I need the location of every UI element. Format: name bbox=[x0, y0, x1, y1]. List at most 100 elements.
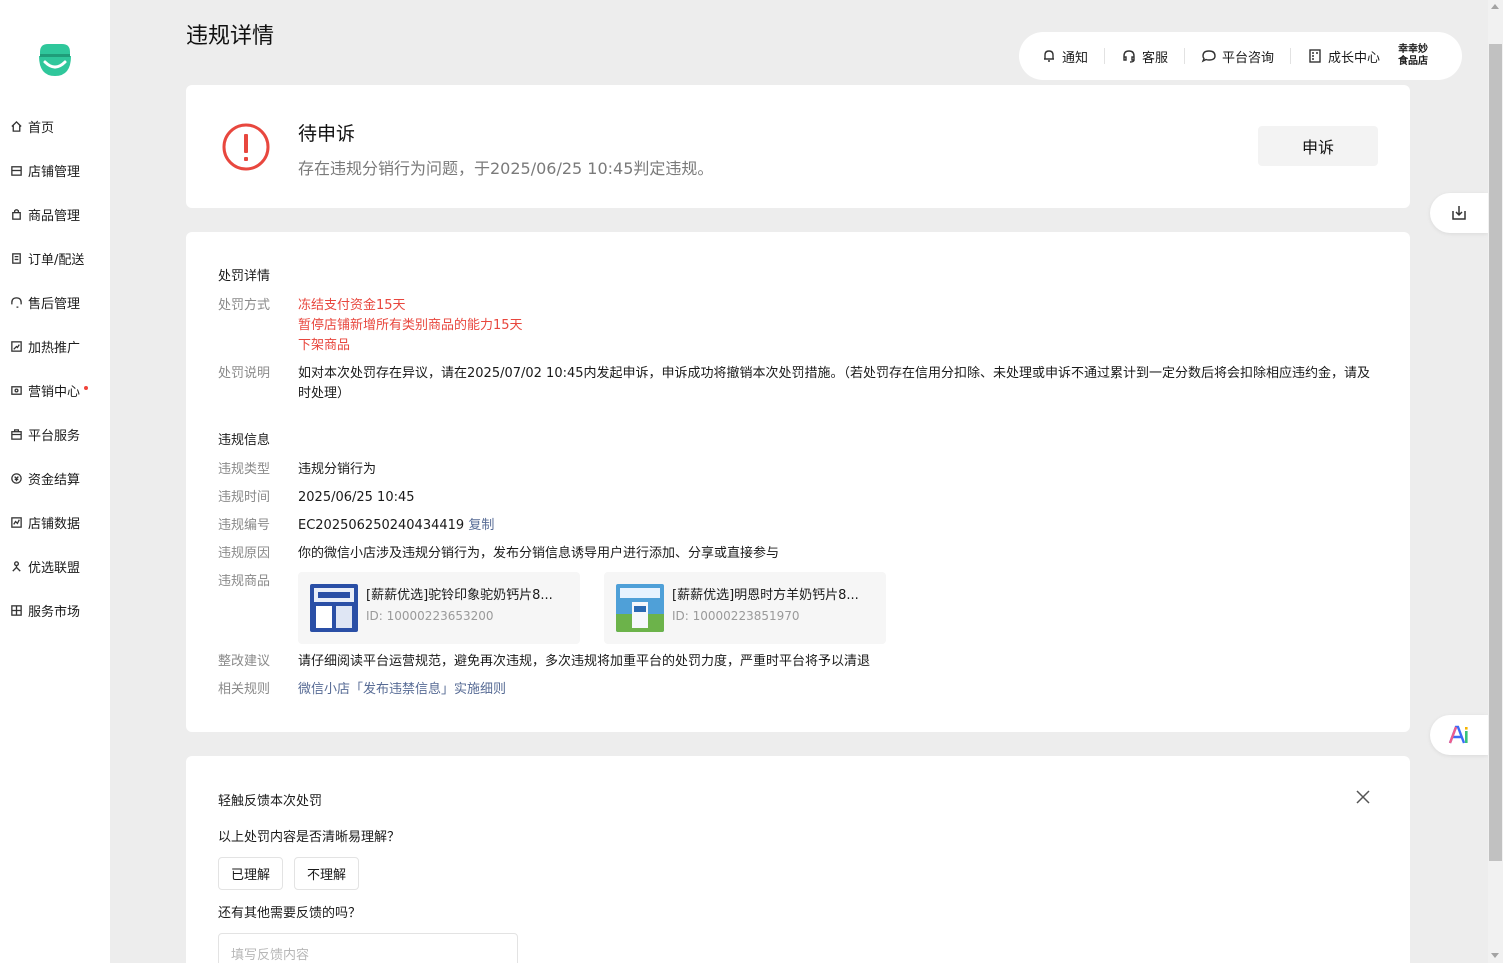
understood-button[interactable]: 已理解 bbox=[218, 857, 284, 890]
service-icon bbox=[10, 428, 23, 441]
sidebar: 首页 店铺管理 商品管理 订单/配送 售后管理 加热推广 营销中心 平台服务 资… bbox=[0, 0, 110, 963]
sidebar-item-platform-service[interactable]: 平台服务 bbox=[0, 412, 110, 456]
store-name-line1: 幸幸妙 bbox=[1398, 44, 1429, 55]
sidebar-item-label: 加热推广 bbox=[28, 340, 81, 356]
sidebar-item-settlement[interactable]: 资金结算 bbox=[0, 456, 110, 500]
sidebar-nav: 首页 店铺管理 商品管理 订单/配送 售后管理 加热推广 营销中心 平台服务 资… bbox=[0, 104, 110, 632]
penalty-method-row: 处罚方式 冻结支付资金15天 暂停店铺新增所有类别商品的能力15天 下架商品 bbox=[218, 296, 1378, 356]
alliance-icon bbox=[10, 560, 23, 573]
violation-id-row: 违规编号 EC202506250240434419 复制 bbox=[218, 516, 1378, 536]
growth-center-button[interactable]: 成长中心 bbox=[1307, 47, 1380, 66]
sidebar-item-label: 服务市场 bbox=[28, 604, 81, 620]
export-button[interactable] bbox=[1430, 193, 1488, 233]
penalty-method-item: 冻结支付资金15天 bbox=[298, 298, 406, 313]
penalty-section-title: 处罚详情 bbox=[218, 269, 271, 284]
feedback-card: 轻触反馈本次处罚 以上处罚内容是否清晰易理解？ 已理解 不理解 还有其他需要反馈… bbox=[186, 756, 1410, 963]
sidebar-item-marketing[interactable]: 营销中心 bbox=[0, 368, 110, 412]
rule-link[interactable]: 微信小店「发布违禁信息」实施细则 bbox=[298, 682, 506, 697]
product-card[interactable]: [薪薪优选]明恩时方羊奶钙片8... ID: 10000223851970 bbox=[604, 572, 886, 644]
notify-button[interactable]: 通知 bbox=[1041, 47, 1088, 66]
headset-icon bbox=[1123, 50, 1135, 63]
growth-center-label: 成长中心 bbox=[1328, 50, 1381, 66]
penalty-desc: 如对本次处罚存在异议，请在2025/07/02 10:45内发起申诉，申诉成功将… bbox=[298, 366, 1371, 401]
feedback-question-other: 还有其他需要反馈的吗？ bbox=[218, 906, 362, 921]
field-label: 违规时间 bbox=[218, 490, 271, 505]
scrollbar-thumb[interactable] bbox=[1489, 44, 1502, 861]
notify-label: 通知 bbox=[1062, 50, 1089, 66]
violation-reason-row: 违规原因 你的微信小店涉及违规分销行为，发布分销信息诱导用户进行添加、分享或直接… bbox=[218, 544, 1378, 564]
product-name: [薪薪优选]明恩时方羊奶钙片8... bbox=[672, 588, 859, 603]
scroll-down-icon[interactable] bbox=[1491, 953, 1499, 958]
copy-link[interactable]: 复制 bbox=[468, 518, 494, 533]
sidebar-item-promote[interactable]: 加热推广 bbox=[0, 324, 110, 368]
document-icon bbox=[1309, 49, 1321, 63]
support-button[interactable]: 客服 bbox=[1121, 47, 1168, 66]
order-icon bbox=[10, 252, 23, 265]
status-card: 待申诉 存在违规分销行为问题，于2025/06/25 10:45判定违规。 申诉 bbox=[186, 85, 1410, 208]
home-icon bbox=[10, 120, 23, 133]
scroll-up-icon[interactable] bbox=[1491, 4, 1499, 9]
top-toolbar: 通知 客服 平台咨询 成长中心 幸幸妙 食品店 bbox=[1019, 32, 1462, 80]
penalty-methods: 冻结支付资金15天 暂停店铺新增所有类别商品的能力15天 下架商品 bbox=[298, 296, 1378, 356]
violation-type: 违规分销行为 bbox=[298, 462, 377, 477]
ai-assistant-button[interactable] bbox=[1430, 715, 1488, 755]
feedback-title: 轻触反馈本次处罚 bbox=[218, 794, 323, 809]
product-thumbnail bbox=[310, 584, 358, 632]
download-icon bbox=[1452, 206, 1466, 220]
product-thumbnail bbox=[616, 584, 664, 632]
sidebar-item-label: 首页 bbox=[28, 120, 55, 136]
penalty-method-item: 暂停店铺新增所有类别商品的能力15天 bbox=[298, 318, 523, 333]
support-label: 客服 bbox=[1142, 50, 1169, 66]
detail-card: 处罚详情 处罚方式 冻结支付资金15天 暂停店铺新增所有类别商品的能力15天 下… bbox=[186, 232, 1410, 732]
sidebar-item-label: 订单/配送 bbox=[28, 252, 85, 268]
consult-label: 平台咨询 bbox=[1222, 50, 1275, 66]
sidebar-item-label: 售后管理 bbox=[28, 296, 81, 312]
sidebar-item-data[interactable]: 店铺数据 bbox=[0, 500, 110, 544]
headset-icon bbox=[10, 296, 23, 309]
chart-icon bbox=[10, 516, 23, 529]
field-label: 处罚方式 bbox=[218, 298, 271, 313]
status-description: 存在违规分销行为问题，于2025/06/25 10:45判定违规。 bbox=[298, 159, 714, 178]
money-icon bbox=[10, 472, 23, 485]
new-badge-dot bbox=[84, 386, 89, 390]
consult-button[interactable]: 平台咨询 bbox=[1201, 47, 1274, 66]
violation-id: EC202506250240434419 bbox=[298, 518, 465, 533]
bell-icon bbox=[1044, 50, 1054, 62]
store-name-line2: 食品店 bbox=[1398, 56, 1429, 67]
sidebar-item-label: 营销中心 bbox=[28, 384, 81, 400]
sidebar-item-store[interactable]: 店铺管理 bbox=[0, 148, 110, 192]
advice-text: 请仔细阅读平台运营规范，避免再次违规，多次违规将加重平台的处罚力度，严重时平台将… bbox=[298, 654, 871, 669]
field-label: 处罚说明 bbox=[218, 366, 271, 381]
sidebar-item-home[interactable]: 首页 bbox=[0, 104, 110, 148]
sidebar-item-products[interactable]: 商品管理 bbox=[0, 192, 110, 236]
product-id: ID: 10000223653200 bbox=[366, 609, 494, 623]
promote-icon bbox=[10, 340, 23, 353]
violation-id-value: EC202506250240434419 复制 bbox=[298, 516, 1378, 536]
chat-bubble-icon bbox=[1201, 50, 1216, 63]
scrollbar[interactable] bbox=[1488, 0, 1503, 963]
sidebar-item-market[interactable]: 服务市场 bbox=[0, 588, 110, 632]
appeal-button[interactable]: 申诉 bbox=[1258, 126, 1378, 166]
sidebar-item-alliance[interactable]: 优选联盟 bbox=[0, 544, 110, 588]
sidebar-item-label: 资金结算 bbox=[28, 472, 81, 488]
product-card[interactable]: [薪薪优选]驼铃印象驼奶钙片8... ID: 10000223653200 bbox=[298, 572, 580, 644]
close-icon[interactable] bbox=[1354, 788, 1372, 806]
page-title: 违规详情 bbox=[186, 24, 275, 49]
violation-time-row: 违规时间 2025/06/25 10:45 bbox=[218, 488, 1378, 508]
violation-products-row: 违规商品 bbox=[218, 572, 298, 592]
sidebar-item-orders[interactable]: 订单/配送 bbox=[0, 236, 110, 280]
field-label: 违规类型 bbox=[218, 462, 271, 477]
not-understood-button[interactable]: 不理解 bbox=[294, 857, 360, 890]
store-name[interactable]: 幸幸妙 食品店 bbox=[1398, 44, 1428, 68]
sidebar-item-label: 优选联盟 bbox=[28, 560, 81, 576]
sidebar-item-label: 店铺管理 bbox=[28, 164, 81, 180]
sidebar-item-aftersales[interactable]: 售后管理 bbox=[0, 280, 110, 324]
field-label: 违规商品 bbox=[218, 574, 271, 589]
sidebar-item-label: 店铺数据 bbox=[28, 516, 81, 532]
field-label: 相关规则 bbox=[218, 682, 271, 697]
shop-logo-icon[interactable] bbox=[36, 42, 74, 78]
feedback-input[interactable] bbox=[218, 933, 518, 963]
field-label: 违规编号 bbox=[218, 518, 271, 533]
violation-reason: 你的微信小店涉及违规分销行为，发布分销信息诱导用户进行添加、分享或直接参与 bbox=[298, 546, 780, 561]
sidebar-item-label: 商品管理 bbox=[28, 208, 81, 224]
